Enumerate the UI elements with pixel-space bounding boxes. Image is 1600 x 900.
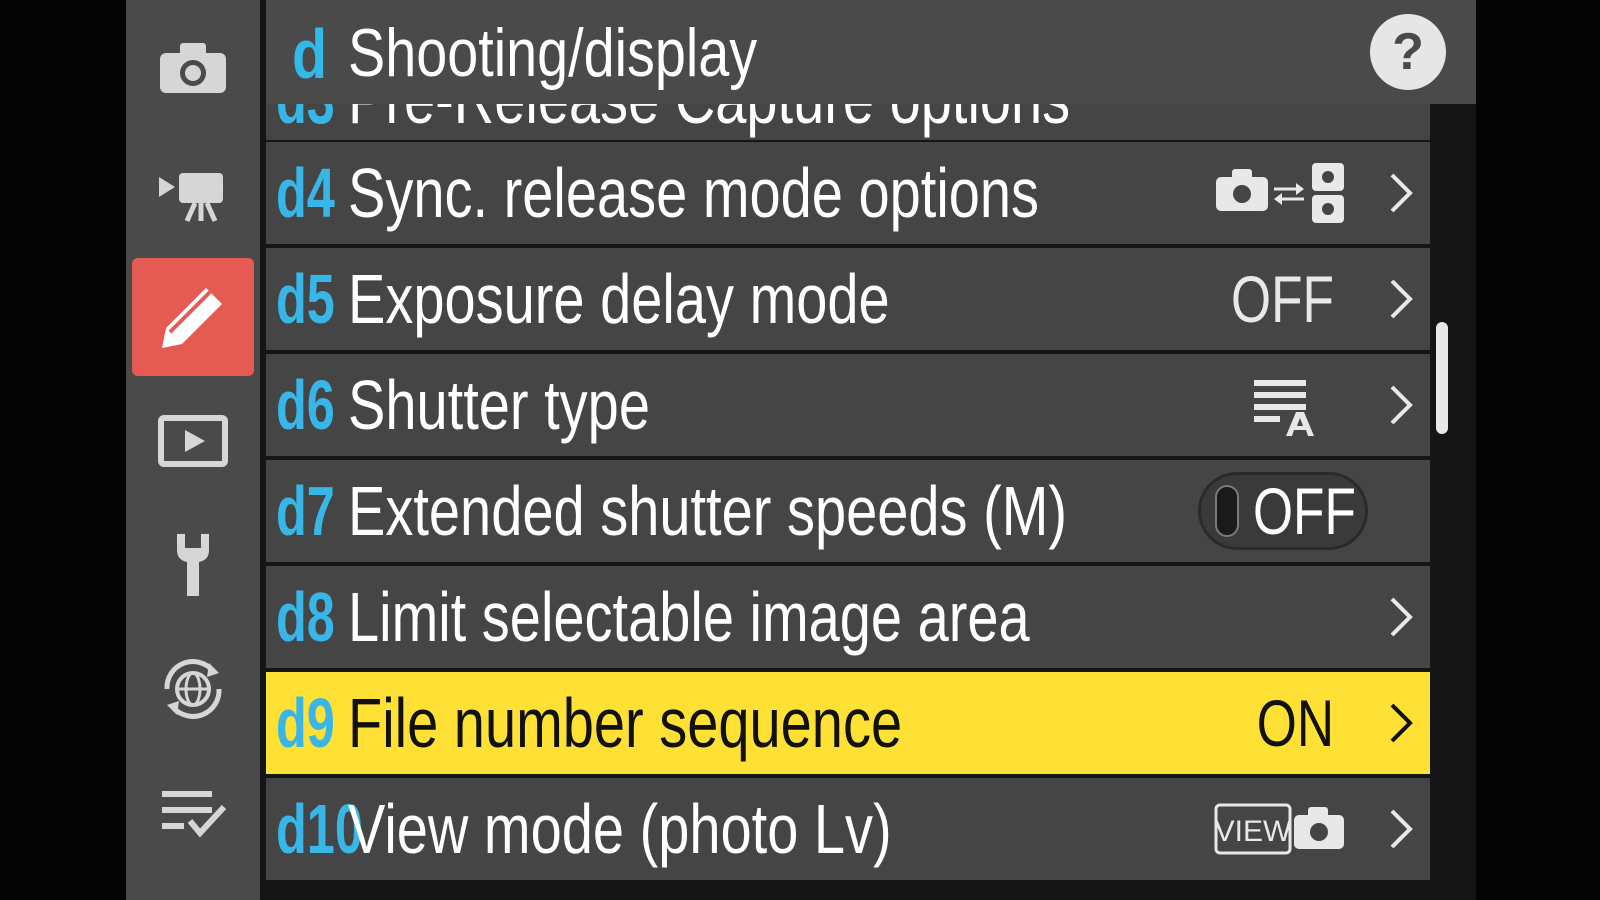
toggle-knob	[1215, 485, 1239, 537]
toggle-value: OFF	[1253, 474, 1356, 548]
chevron-right-icon	[1390, 597, 1413, 637]
shutter-type-auto-icon	[1254, 380, 1314, 436]
item-label: File number sequence	[348, 684, 903, 762]
menu-sidebar	[126, 0, 260, 900]
section-letter: d	[292, 15, 328, 93]
sidebar-item-photo-shooting[interactable]	[132, 8, 254, 126]
movie-recording-icon	[159, 173, 223, 223]
item-value-icon	[1216, 150, 1346, 236]
list-item-d9[interactable]: d9 File number sequence ON	[266, 672, 1430, 774]
view-badge-text: VIEW	[1215, 815, 1292, 848]
item-value: OFF	[1231, 262, 1334, 336]
view-camera-icon: VIEW	[1214, 803, 1344, 855]
scrollbar-thumb[interactable]	[1436, 322, 1448, 434]
list-item-d8[interactable]: d8 Limit selectable image area	[266, 566, 1430, 668]
my-menu-checklist-icon	[162, 791, 227, 838]
sidebar-item-network[interactable]	[132, 630, 254, 748]
item-code: d9	[276, 684, 335, 762]
item-code: d6	[276, 366, 335, 444]
camera-menu-screen: d Shooting/display ? d3 Pre-Release Capt…	[126, 0, 1476, 900]
item-label: Limit selectable image area	[348, 578, 1030, 656]
item-label: Shutter type	[348, 366, 650, 444]
help-icon: ?	[1392, 23, 1424, 81]
chevron-right-icon	[1390, 173, 1413, 213]
help-button[interactable]: ?	[1370, 14, 1446, 90]
chevron-right-icon	[1390, 279, 1413, 319]
menu-header: d Shooting/display ?	[266, 0, 1476, 104]
sidebar-item-custom-settings[interactable]	[132, 258, 254, 376]
item-code: d3	[276, 104, 335, 142]
sidebar-item-setup[interactable]	[132, 506, 254, 624]
item-label: Sync. release mode options	[348, 154, 1040, 232]
page-title: Shooting/display	[348, 15, 758, 91]
chevron-right-icon	[1390, 809, 1413, 849]
item-code: d7	[276, 472, 335, 550]
network-globe-icon	[164, 659, 222, 719]
sidebar-item-movie-recording[interactable]	[132, 134, 254, 252]
sidebar-item-playback[interactable]	[132, 382, 254, 500]
chevron-right-icon	[1390, 385, 1413, 425]
chevron-right-icon	[1390, 703, 1413, 743]
item-code: d8	[276, 578, 335, 656]
item-code: d4	[276, 154, 335, 232]
custom-settings-pencil-icon	[162, 288, 222, 348]
playback-icon	[158, 415, 228, 467]
menu-list: d3 Pre-Release Capture options d4 Sync. …	[266, 104, 1430, 900]
item-value-icon: VIEW	[1214, 786, 1346, 872]
list-item-d10[interactable]: d10 View mode (photo Lv) VIEW	[266, 778, 1430, 880]
item-code: d5	[276, 260, 335, 338]
list-item-d7[interactable]: d7 Extended shutter speeds (M) OFF	[266, 460, 1430, 562]
setup-wrench-icon	[177, 534, 209, 596]
item-label: Exposure delay mode	[348, 260, 890, 338]
list-item-d4[interactable]: d4 Sync. release mode options	[266, 142, 1430, 244]
item-label: Pre-Release Capture options	[348, 104, 1070, 142]
item-value-icon	[1252, 362, 1314, 448]
photo-shooting-camera-icon	[160, 43, 226, 93]
extended-shutter-toggle[interactable]: OFF	[1198, 472, 1368, 550]
camera-sync-icon	[1216, 163, 1344, 223]
list-item-d3[interactable]: d3 Pre-Release Capture options	[266, 104, 1430, 140]
list-item-d5[interactable]: d5 Exposure delay mode OFF	[266, 248, 1430, 350]
list-item-d6[interactable]: d6 Shutter type	[266, 354, 1430, 456]
item-value: ON	[1256, 686, 1334, 760]
item-label: View mode (photo Lv)	[348, 790, 892, 868]
sidebar-item-my-menu[interactable]	[132, 754, 254, 872]
item-label: Extended shutter speeds (M)	[348, 472, 1068, 550]
